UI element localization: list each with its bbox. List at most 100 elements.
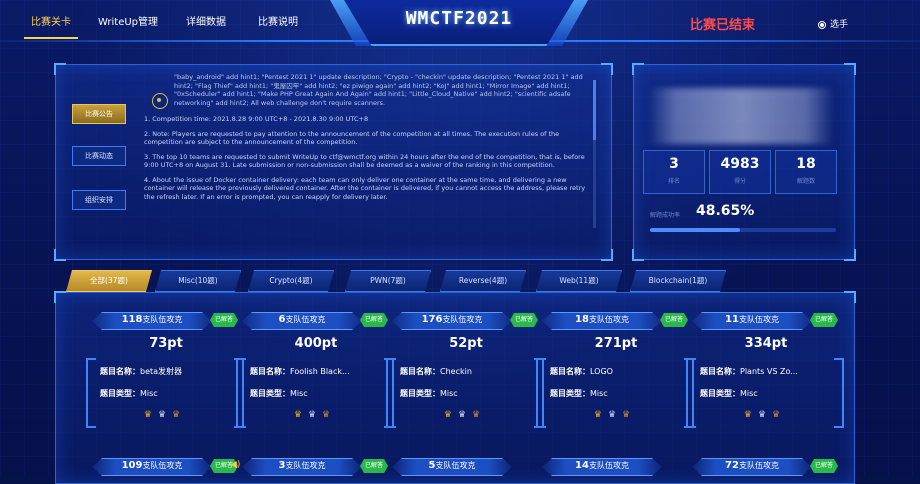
tab-organization[interactable]: 组织安排	[72, 190, 126, 210]
challenge-info: 题目名称：LOGO 题目类型：Misc ♛♛♛	[536, 358, 694, 428]
user-icon	[818, 20, 826, 29]
solver-count: 18支队伍攻克	[575, 314, 629, 325]
solved-badge: 已解答	[660, 313, 688, 327]
challenge-points: 400pt	[294, 336, 338, 351]
player-menu[interactable]: 选手	[818, 17, 848, 30]
solved-badge: 已解答	[360, 459, 388, 473]
crown-bronze-icon: ♛	[322, 410, 337, 420]
notice-paragraph: 2. Note: Players are requested to pay at…	[144, 129, 560, 147]
solved-stat: 18 解题数	[775, 150, 837, 194]
nav-item-details[interactable]: 详细数据	[178, 10, 234, 36]
solver-count: 11支队伍攻克	[725, 314, 779, 325]
challenge-info: 题目名称：Foolish Black... 题目类型：Misc ♛♛♛	[236, 358, 394, 428]
challenge-type: 题目类型：Misc	[550, 389, 608, 398]
challenge-type: 题目类型：Misc	[700, 389, 758, 398]
tab-announcements[interactable]: 比赛公告	[72, 104, 126, 124]
first-blood-crowns: ♛♛♛	[686, 410, 844, 420]
crown-silver-icon: ♛	[757, 410, 773, 420]
challenge-points: 52pt	[449, 336, 483, 351]
score-stat: 4983 得分	[709, 150, 771, 194]
challenge-info: 题目名称：Plants VS Zo... 题目类型：Misc ♛♛♛	[686, 358, 844, 428]
challenge-points: 271pt	[594, 336, 638, 351]
solver-count: 14支队伍攻克	[575, 460, 629, 471]
nav-item-challenges[interactable]: 比赛关卡	[22, 10, 80, 39]
redacted-team-name	[648, 88, 834, 144]
challenge-name: 题目名称：Plants VS Zo...	[700, 367, 798, 376]
competition-status: 比赛已结束	[690, 18, 756, 33]
announcement-text: "baby_android" add hint1; "Pentest 2021 …	[144, 73, 589, 243]
hint-list: "baby_android" add hint1; "Pentest 2021 …	[174, 73, 583, 107]
solved-badge: 已解答	[810, 459, 838, 473]
crown-silver-icon: ♛	[157, 410, 173, 420]
speaker-icon: ◀)	[230, 460, 241, 470]
challenge-name: 题目名称：LOGO	[550, 367, 613, 376]
success-rate-value: 48.65%	[696, 203, 755, 219]
rank-stat: 3 排名	[643, 150, 705, 194]
nav-item-rules[interactable]: 比赛说明	[250, 10, 306, 36]
crown-gold-icon: ♛	[443, 410, 458, 420]
tab-pwn[interactable]: PWN(7题)	[345, 270, 431, 292]
solved-badge: 已解答	[360, 313, 388, 327]
solver-count: 109支队伍攻克	[121, 460, 183, 471]
crown-silver-icon: ♛	[607, 410, 623, 420]
first-blood-crowns: ♛♛♛	[86, 410, 244, 420]
notice-paragraph: 4. About the issue of Docker container d…	[144, 175, 586, 201]
crown-bronze-icon: ♛	[622, 410, 637, 420]
solved-badge: 已解答	[210, 313, 238, 327]
success-rate-bar	[650, 228, 836, 232]
page-title: WMCTF2021	[405, 8, 513, 29]
crown-gold-icon: ♛	[593, 410, 608, 420]
announcement-scrollbar[interactable]	[593, 80, 596, 228]
rank-value: 3	[669, 156, 679, 172]
challenge-points: 334pt	[744, 336, 788, 351]
solver-count: 5支队伍攻克	[428, 460, 476, 471]
success-rate-label: 解题成功率	[650, 212, 681, 219]
crown-gold-icon: ♛	[293, 410, 308, 420]
solver-count: 72支队伍攻克	[725, 460, 779, 471]
notice-paragraph: 1. Competition time: 2021.8.28 9:00 UTC+…	[144, 115, 369, 123]
player-label: 选手	[830, 20, 849, 30]
scrollbar-thumb[interactable]	[593, 80, 596, 140]
challenge-type: 题目类型：Misc	[250, 389, 308, 398]
solver-count: 6支队伍攻克	[278, 314, 326, 325]
tab-blockchain[interactable]: Blockchain(1题)	[630, 270, 726, 292]
tab-dynamics[interactable]: 比赛动态	[72, 146, 126, 166]
solved-label: 解题数	[796, 178, 815, 185]
challenge-points: 73pt	[149, 336, 183, 351]
first-blood-crowns: ♛♛♛	[236, 410, 394, 420]
tab-reverse[interactable]: Reverse(4题)	[440, 270, 526, 292]
success-rate-fill	[650, 228, 741, 232]
challenge-type: 题目类型：Misc	[100, 389, 158, 398]
challenge-type: 题目类型：Misc	[400, 389, 458, 398]
first-blood-crowns: ♛♛♛	[536, 410, 694, 420]
solved-value: 18	[796, 156, 816, 172]
hint-icon	[152, 93, 168, 109]
tab-all[interactable]: 全部(37题)	[66, 270, 152, 292]
crown-silver-icon: ♛	[457, 410, 473, 420]
crown-bronze-icon: ♛	[472, 410, 487, 420]
tab-crypto[interactable]: Crypto(4题)	[248, 270, 334, 292]
challenge-info: 题目名称：Checkin 题目类型：Misc ♛♛♛	[386, 358, 544, 428]
score-value: 4983	[720, 156, 760, 172]
notice-paragraph: 3. The top 10 teams are requested to sub…	[144, 152, 585, 170]
solver-count: 176支队伍攻克	[421, 314, 483, 325]
challenge-name: 题目名称：Foolish Black...	[250, 367, 350, 376]
solver-count: 3支队伍攻克	[278, 460, 326, 471]
challenge-name: 题目名称：beta发射器	[100, 367, 183, 376]
crown-gold-icon: ♛	[143, 410, 158, 420]
nav-item-writeup[interactable]: WriteUp管理	[96, 10, 160, 36]
solved-badge: 已解答	[510, 313, 538, 327]
crown-bronze-icon: ♛	[172, 410, 187, 420]
first-blood-crowns: ♛♛♛	[386, 410, 544, 420]
solver-count: 118支队伍攻克	[121, 314, 183, 325]
crown-gold-icon: ♛	[743, 410, 758, 420]
tab-misc[interactable]: Misc(10题)	[155, 270, 241, 292]
challenge-info: 题目名称：beta发射器 题目类型：Misc ♛♛♛	[86, 358, 244, 428]
crown-silver-icon: ♛	[307, 410, 323, 420]
solved-badge: 已解答	[810, 313, 838, 327]
crown-bronze-icon: ♛	[772, 410, 787, 420]
tab-web[interactable]: Web(11题)	[536, 270, 622, 292]
rank-label: 排名	[667, 178, 680, 185]
challenge-name: 题目名称：Checkin	[400, 367, 472, 376]
score-label: 得分	[733, 178, 746, 185]
